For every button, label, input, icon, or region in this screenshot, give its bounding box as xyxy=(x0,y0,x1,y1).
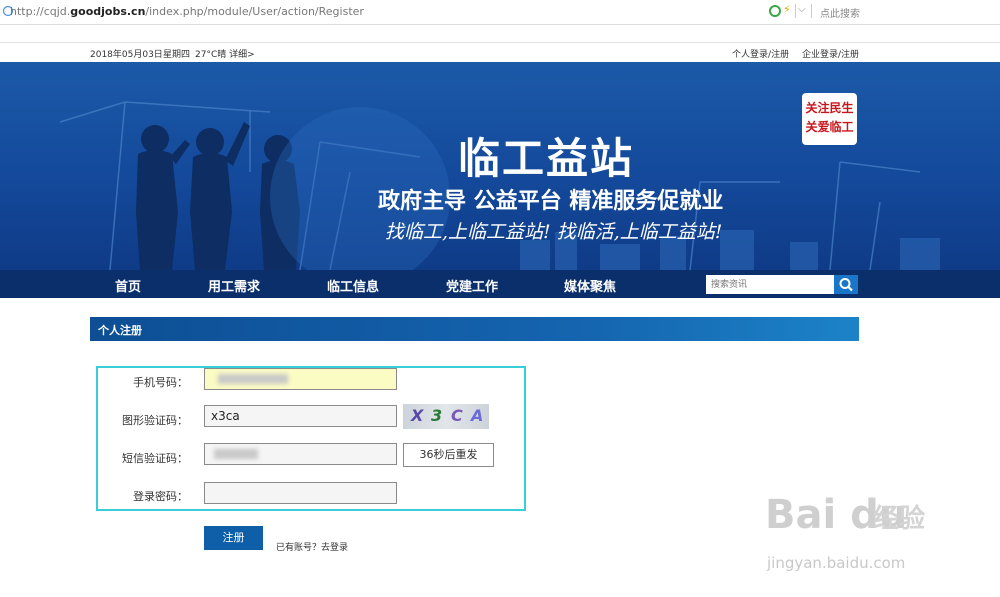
nav-item-workers[interactable]: 临工信息 xyxy=(327,276,379,295)
site-banner: 关注民生 关爱临工 临工益站 政府主导 公益平台 精准服务促就业 找临工,上临工… xyxy=(0,62,1000,270)
main-nav: 首页 用工需求 临工信息 党建工作 媒体聚焦 xyxy=(0,270,1000,298)
banner-slogan: 找临工,上临工益站! 找临活,上临工益站! xyxy=(385,221,723,243)
seal-line-2: 关爱临工 xyxy=(805,120,854,134)
sms-label: 短信验证码： xyxy=(122,452,188,465)
register-button[interactable]: 注册 xyxy=(204,526,263,550)
nav-item-media[interactable]: 媒体聚焦 xyxy=(564,276,616,295)
login-links: 个人登录/注册 企业登录/注册 xyxy=(722,47,859,60)
section-header: 个人注册 xyxy=(90,317,859,341)
captcha-image[interactable]: X 3 C A xyxy=(403,404,489,429)
captcha-label: 图形验证码： xyxy=(122,414,188,427)
search-icon xyxy=(839,278,853,292)
phone-label: 手机号码： xyxy=(133,376,188,389)
banner-seal: 关注民生 关爱临工 xyxy=(802,93,857,145)
baidu-watermark: Bai du 经验 jingyan.baidu.com xyxy=(765,492,985,582)
password-field[interactable] xyxy=(204,482,397,504)
browser-search-box[interactable]: 点此搜索 xyxy=(820,5,860,20)
nav-item-party[interactable]: 党建工作 xyxy=(446,276,498,295)
chevron-down-icon[interactable]: ⌵ xyxy=(798,4,806,15)
seal-line-1: 关注民生 xyxy=(805,101,854,115)
toolbar-divider xyxy=(795,4,796,18)
weekday-text: 星期四 xyxy=(163,50,191,60)
nav-item-home[interactable]: 首页 xyxy=(115,276,141,295)
extension-icon[interactable] xyxy=(768,4,782,18)
banner-subtitle: 政府主导 公益平台 精准服务促就业 xyxy=(378,189,724,214)
url-text[interactable]: http://cqjd.goodjobs.cn/index.php/module… xyxy=(10,5,364,18)
section-title: 个人注册 xyxy=(98,324,142,337)
watermark-brand-cn: 经验 xyxy=(873,504,926,534)
site-search xyxy=(706,275,858,294)
lightning-icon[interactable]: ⚡ xyxy=(783,3,791,16)
company-login-link[interactable]: 企业登录/注册 xyxy=(802,50,859,60)
personal-login-link[interactable]: 个人登录/注册 xyxy=(732,50,789,60)
resend-sms-button[interactable]: 36秒后重发 xyxy=(403,443,494,467)
toolbar-divider xyxy=(811,4,812,18)
watermark-url: jingyan.baidu.com xyxy=(767,554,906,572)
weather-link[interactable]: 27°C晴 详细> xyxy=(195,47,255,60)
captcha-char: A xyxy=(471,406,484,425)
search-button[interactable] xyxy=(834,275,858,294)
bookmark-bar xyxy=(0,25,1000,43)
banner-title: 临工益站 xyxy=(458,134,635,183)
top-info-strip: 2018年05月03日 星期四 27°C晴 详细> 个人登录/注册 企业登录/注… xyxy=(0,43,1000,62)
captcha-char: X xyxy=(411,406,424,425)
captcha-input[interactable] xyxy=(204,405,397,427)
nav-item-jobs[interactable]: 用工需求 xyxy=(208,276,260,295)
password-label: 登录密码： xyxy=(133,490,188,503)
sms-redacted xyxy=(214,449,258,459)
search-input[interactable] xyxy=(706,275,831,294)
captcha-char: 3 xyxy=(431,406,443,425)
browser-address-bar[interactable]: http://cqjd.goodjobs.cn/index.php/module… xyxy=(0,0,1000,25)
date-text: 2018年05月03日 xyxy=(90,50,163,60)
phone-redacted xyxy=(218,374,288,384)
go-login-link[interactable]: 已有账号？去登录 xyxy=(276,540,348,553)
captcha-char: C xyxy=(451,406,463,425)
